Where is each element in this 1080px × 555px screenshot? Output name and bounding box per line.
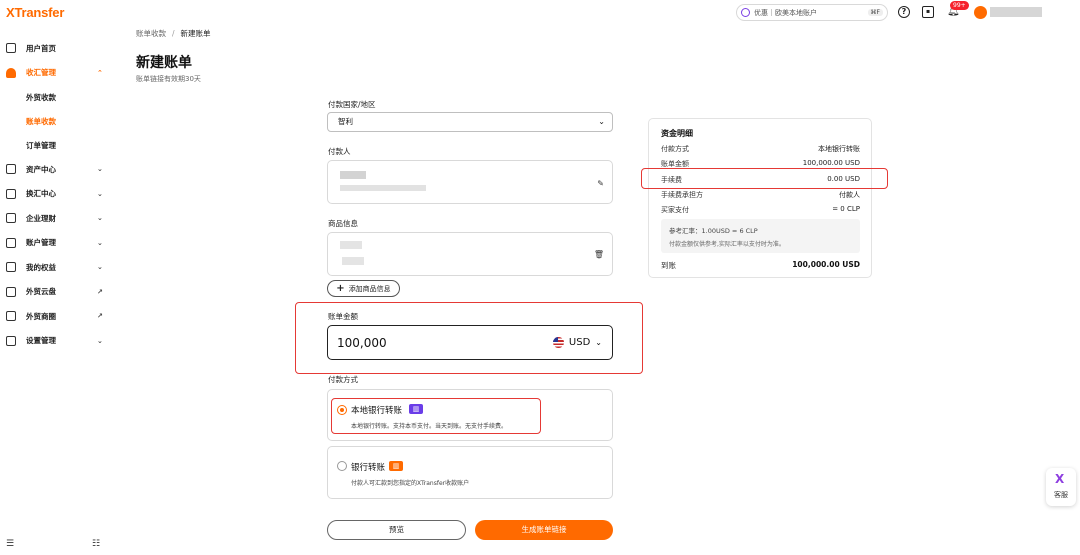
summary-row: 付款方式 本地银行转账 [661, 145, 860, 153]
shield-icon [6, 213, 16, 224]
xtransfer-icon: X [1055, 472, 1065, 486]
country-select[interactable]: 智利 ⌄ [327, 112, 613, 132]
payer-name-redacted [340, 171, 366, 179]
generate-link-button[interactable]: 生成账单链接 [475, 520, 613, 540]
payer-label: 付款人 [328, 147, 351, 156]
help-icon[interactable]: ? [898, 6, 910, 18]
payer-card[interactable]: ✎ [327, 160, 613, 204]
amount-label: 账单金额 [328, 312, 358, 321]
eye-icon [6, 311, 16, 322]
trash-icon[interactable]: 🗑︎ [594, 250, 604, 259]
goods-name-redacted [340, 241, 362, 249]
radio-unselected[interactable] [337, 461, 347, 471]
page-title: 新建账单 [136, 55, 192, 71]
preview-button[interactable]: 预览 [327, 520, 466, 540]
goods-card[interactable]: 🗑︎ [327, 232, 613, 276]
username-redacted [990, 7, 1042, 17]
sidebar-item-business-circle[interactable]: 外贸商圈 ↗ [0, 304, 110, 329]
chevron-down-icon: ⌄ [598, 117, 605, 126]
page-subtitle: 账单链接有效期30天 [136, 75, 201, 83]
wallet-icon [6, 164, 16, 175]
sidebar-item-settings[interactable]: 设置管理 ⌄ [0, 329, 110, 354]
gift-icon [6, 262, 16, 273]
list-settings-icon[interactable]: ☷ [92, 539, 100, 549]
highlight-local-bank [331, 398, 541, 434]
sidebar-subitem-trade-collection[interactable]: 外贸收款 [0, 85, 110, 109]
plus-icon: + [336, 283, 345, 294]
fund-detail-title: 资金明细 [661, 129, 693, 138]
top-bar: XTransfer 优惠｜欧美本地账户 ⌘F ? ▪ 🔔︎ 99+ [0, 0, 1080, 26]
breadcrumb-current: 新建账单 [180, 29, 211, 38]
xtransfer-logo[interactable]: XTransfer [6, 5, 64, 20]
amount-input[interactable]: 100,000 USD ⌄ [327, 325, 613, 360]
bank-icon: ▥ [389, 461, 403, 471]
method-label: 付款方式 [328, 375, 358, 384]
add-goods-button[interactable]: + 添加商品信息 [327, 280, 400, 297]
chevron-down-icon: ⌄ [97, 263, 103, 272]
home-icon [6, 43, 16, 54]
external-link-icon: ↗ [97, 287, 103, 296]
rate-info: 参考汇率：1.00USD = 6 CLP 付款金额仅供参考,实际汇率以支付时为准… [661, 219, 860, 253]
account-icon [6, 237, 16, 248]
notification-badge: 99+ [950, 1, 969, 10]
breadcrumb-parent[interactable]: 账单收款 [136, 29, 166, 38]
sidebar-item-cloud-drive[interactable]: 外贸云盘 ↗ [0, 280, 110, 305]
external-link-icon: ↗ [97, 312, 103, 321]
summary-row: 买家支付 = 0 CLP [661, 205, 860, 214]
chevron-down-icon: ⌄ [97, 336, 103, 345]
sidebar-subitem-bill-collection[interactable]: 账单收款 [0, 109, 110, 133]
sidebar-item-collection[interactable]: 收汇管理 ⌃ [0, 61, 110, 86]
sidebar-item-home[interactable]: 用户首页 [0, 36, 110, 61]
chevron-down-icon: ⌄ [97, 189, 103, 198]
calendar-icon[interactable]: ▪ [922, 6, 934, 18]
gear-icon [6, 335, 16, 346]
avatar[interactable] [974, 6, 987, 19]
search-icon [741, 8, 750, 17]
sidebar-subitem-orders[interactable]: 订单管理 [0, 133, 110, 157]
sidebar-item-finance[interactable]: 企业理财 ⌄ [0, 206, 110, 231]
currency-select[interactable]: USD ⌄ [552, 337, 602, 348]
edit-icon[interactable]: ✎ [597, 179, 604, 188]
sidebar-item-benefits[interactable]: 我的权益 ⌄ [0, 255, 110, 280]
chevron-down-icon: ⌄ [97, 165, 103, 174]
fund-detail-panel: 资金明细 付款方式 本地银行转账 账单金额 100,000.00 USD 手续费 0.… [648, 118, 872, 278]
collapse-sidebar-icon[interactable]: ☰ [6, 539, 14, 549]
customer-service-button[interactable]: X 客服 [1046, 468, 1076, 506]
search-input[interactable]: 优惠｜欧美本地账户 ⌘F [736, 4, 888, 21]
chevron-down-icon: ⌄ [595, 338, 602, 347]
sidebar: 用户首页 收汇管理 ⌃ 外贸收款 账单收款 订单管理 资产中心 ⌄ 换汇中心 ⌄… [0, 36, 110, 353]
chevron-down-icon: ⌄ [97, 238, 103, 247]
breadcrumb: 账单收款 / 新建账单 [136, 29, 211, 38]
summary-row: 手续费承担方 付款人 [661, 191, 860, 199]
user-icon [6, 67, 16, 78]
exchange-icon [6, 188, 16, 199]
method-bank-transfer-card[interactable]: 银行转账 ▥ 付款人可汇款到您指定的XTransfer收款账户 [327, 446, 613, 499]
us-flag-icon [552, 337, 564, 348]
goods-label: 商品信息 [328, 219, 358, 228]
sidebar-item-assets[interactable]: 资产中心 ⌄ [0, 157, 110, 182]
summary-total: 到账 100,000.00 USD [661, 260, 860, 270]
chevron-down-icon: ⌄ [97, 214, 103, 223]
payer-detail-redacted [340, 185, 426, 191]
cloud-icon [6, 286, 16, 297]
search-shortcut: ⌘F [867, 9, 883, 16]
highlight-fee [641, 168, 888, 189]
goods-detail-redacted [342, 257, 364, 265]
country-label: 付款国家/地区 [328, 100, 376, 109]
sidebar-item-exchange[interactable]: 换汇中心 ⌄ [0, 182, 110, 207]
sidebar-item-account[interactable]: 账户管理 ⌄ [0, 231, 110, 256]
chevron-up-icon: ⌃ [97, 68, 103, 77]
